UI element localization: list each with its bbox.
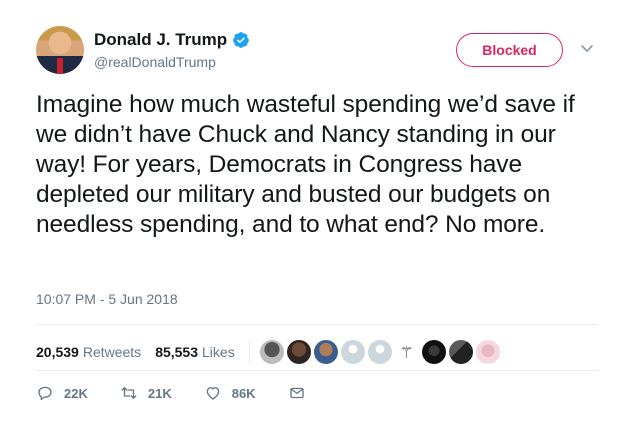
direct-message-action[interactable] — [288, 384, 306, 402]
chevron-down-icon[interactable] — [580, 44, 594, 54]
tweet-timestamp[interactable]: 10:07 PM - 5 Jun 2018 — [36, 291, 178, 307]
divider — [36, 324, 598, 325]
likes-stat[interactable]: 85,553 Likes — [155, 344, 235, 360]
retweets-count: 20,539 — [36, 344, 79, 360]
author-avatar[interactable] — [36, 26, 84, 74]
likes-label: Likes — [202, 344, 235, 360]
retweets-stat[interactable]: 20,539 Retweets — [36, 344, 141, 360]
like-action[interactable]: 86K — [204, 384, 256, 402]
liker-avatar[interactable] — [259, 340, 284, 364]
reply-action[interactable]: 22K — [36, 384, 88, 402]
author-handle[interactable]: @realDonaldTrump — [94, 54, 216, 70]
tweet-card: Donald J. Trump @realDonaldTrump Blocked… — [0, 0, 622, 424]
tweet-stats: 20,539 Retweets 85,553 Likes ⚚ — [36, 340, 503, 364]
author-name[interactable]: Donald J. Trump — [94, 30, 227, 50]
reply-icon — [38, 386, 52, 401]
message-icon — [289, 387, 304, 399]
divider — [36, 370, 598, 371]
verified-badge-icon — [233, 32, 250, 48]
stats-separator — [248, 340, 250, 364]
tweet-actions: 22K 21K 86K — [36, 384, 338, 402]
liker-avatar[interactable]: ⚚ — [394, 340, 419, 364]
liker-avatar[interactable] — [475, 340, 500, 364]
liker-avatar[interactable] — [340, 340, 365, 364]
retweet-icon — [121, 387, 137, 399]
heart-icon — [206, 387, 220, 400]
liker-avatar[interactable] — [421, 340, 446, 364]
tweet-text: Imagine how much wasteful spending we’d … — [36, 91, 582, 238]
author-name-row: Donald J. Trump — [94, 30, 250, 50]
retweet-count: 21K — [147, 385, 172, 401]
liker-avatar[interactable] — [448, 340, 473, 364]
retweet-action[interactable]: 21K — [120, 384, 172, 402]
reply-count: 22K — [64, 385, 88, 401]
likes-count: 85,553 — [155, 344, 199, 360]
liker-avatar[interactable] — [367, 340, 392, 364]
likers-avatars: ⚚ — [259, 340, 503, 364]
like-count: 86K — [231, 385, 256, 401]
liker-avatar[interactable] — [313, 340, 338, 364]
retweets-label: Retweets — [82, 344, 142, 360]
blocked-button[interactable]: Blocked — [456, 33, 563, 67]
liker-avatar[interactable] — [286, 340, 311, 364]
